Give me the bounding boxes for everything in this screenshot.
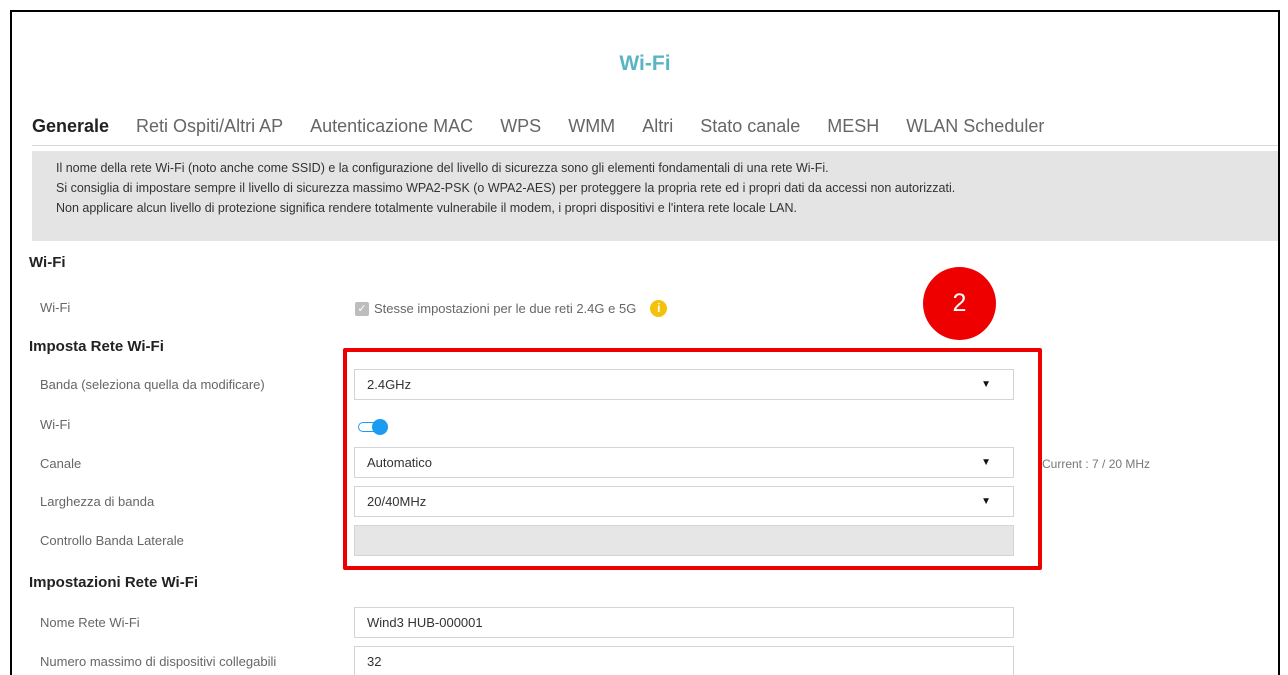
controllo-banda-field (354, 525, 1014, 556)
canale-label: Canale (40, 456, 82, 471)
tab-wlan-scheduler[interactable]: WLAN Scheduler (906, 116, 1044, 137)
larghezza-value: 20/40MHz (367, 494, 427, 509)
tab-bar: Generale Reti Ospiti/Altri AP Autenticaz… (32, 116, 1071, 137)
canale-value: Automatico (367, 455, 433, 470)
wifi-row-label: Wi-Fi (40, 300, 71, 315)
same-settings-label: Stesse impostazioni per le due reti 2.4G… (374, 301, 637, 316)
info-icon[interactable]: i (650, 300, 668, 317)
tab-autenticazione-mac[interactable]: Autenticazione MAC (310, 116, 473, 137)
canale-current-note: Current : 7 / 20 MHz (1042, 457, 1151, 471)
wifi-toggle[interactable] (358, 419, 388, 435)
page-title: Wi-Fi (619, 52, 671, 75)
chevron-down-icon: ▼ (981, 379, 991, 390)
section-title-impostazioni: Impostazioni Rete Wi-Fi (29, 574, 199, 591)
router-settings-page: Wi-Fi Generale Reti Ospiti/Altri AP Aute… (10, 10, 1280, 675)
controllo-banda-label: Controllo Banda Laterale (40, 533, 184, 548)
same-settings-checkbox[interactable]: ✓ (355, 301, 369, 316)
tab-wmm[interactable]: WMM (568, 116, 615, 137)
toggle-knob (372, 419, 388, 435)
nome-rete-input[interactable]: Wind3 HUB-000001 (354, 607, 1014, 638)
max-devices-input[interactable]: 32 (354, 646, 1014, 675)
tab-reti-ospiti[interactable]: Reti Ospiti/Altri AP (136, 116, 283, 137)
larghezza-select[interactable]: 20/40MHz ▼ (354, 486, 1014, 517)
section-title-wifi: Wi-Fi (29, 254, 66, 271)
banda-select[interactable]: 2.4GHz ▼ (354, 369, 1014, 400)
tab-altri[interactable]: Altri (642, 116, 673, 137)
canale-select[interactable]: Automatico ▼ (354, 447, 1014, 478)
tab-divider (32, 145, 1278, 146)
banda-label: Banda (seleziona quella da modificare) (40, 377, 265, 392)
step-badge: 2 (923, 267, 996, 340)
tab-generale[interactable]: Generale (32, 116, 128, 137)
chevron-down-icon: ▼ (981, 457, 991, 468)
nome-rete-label: Nome Rete Wi-Fi (40, 615, 140, 630)
tab-mesh[interactable]: MESH (827, 116, 879, 137)
section-title-imposta: Imposta Rete Wi-Fi (29, 338, 164, 355)
larghezza-label: Larghezza di banda (40, 494, 155, 509)
info-line: Il nome della rete Wi-Fi (noto anche com… (56, 161, 829, 175)
chevron-down-icon: ▼ (981, 496, 991, 507)
tab-wps[interactable]: WPS (500, 116, 541, 137)
max-devices-label: Numero massimo di dispositivi collegabil… (40, 654, 277, 669)
wifi-toggle-label: Wi-Fi (40, 417, 71, 432)
info-line: Si consiglia di impostare sempre il live… (56, 181, 956, 195)
same-settings-checkbox-row: ✓ Stesse impostazioni per le due reti 2.… (355, 300, 668, 317)
banda-value: 2.4GHz (367, 377, 412, 392)
info-line: Non applicare alcun livello di protezion… (56, 201, 797, 215)
tab-stato-canale[interactable]: Stato canale (700, 116, 800, 137)
info-box: Il nome della rete Wi-Fi (noto anche com… (32, 151, 1278, 241)
